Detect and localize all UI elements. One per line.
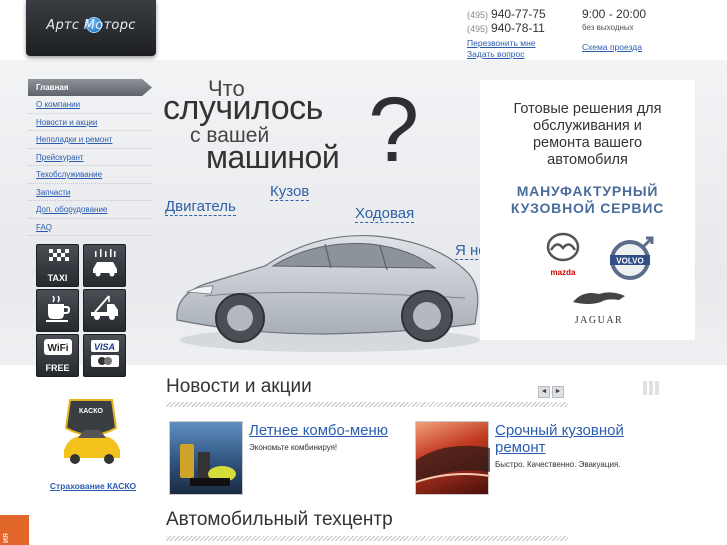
news-image-body-repair[interactable] bbox=[415, 421, 491, 495]
news-prev-button[interactable]: ◄ bbox=[538, 386, 550, 398]
callback-link[interactable]: Перезвонить мне bbox=[467, 38, 546, 48]
promo-panel: Готовые решения для обслуживания и ремон… bbox=[480, 80, 695, 340]
news-arrows: ◄ ► bbox=[538, 380, 566, 398]
casco-badge-label: КАСКО bbox=[79, 408, 103, 415]
contacts: (495) 940-77-75 (495) 940-78-11 Перезвонит… bbox=[467, 7, 546, 60]
coffee-icon bbox=[36, 289, 79, 332]
hours-note: без выходных bbox=[582, 23, 634, 32]
car-wash-icon bbox=[83, 244, 126, 287]
techcenter-divider bbox=[166, 536, 568, 541]
phone-2: (495) 940-78-11 bbox=[467, 21, 545, 35]
sidebar-item-equipment[interactable]: Доп. оборудование bbox=[28, 201, 152, 219]
sidebar-item-about[interactable]: О компании bbox=[28, 96, 152, 114]
mazda-logo[interactable]: mazda bbox=[541, 232, 585, 277]
volvo-logo[interactable]: VOLVO bbox=[606, 235, 656, 286]
sidebar-item-maintenance[interactable]: Техобслуживание bbox=[28, 166, 152, 184]
hero-question-mark: ? bbox=[368, 79, 420, 181]
casco-badge[interactable]: КАСКО bbox=[60, 398, 122, 468]
hero-line-2: случилось bbox=[163, 89, 323, 127]
sidebar-item-prices[interactable]: Прейскурант bbox=[28, 149, 152, 166]
logo-text: Артс Моторс bbox=[46, 18, 136, 33]
section-title-techcenter: Автомобильный техцентр bbox=[166, 509, 393, 530]
hours-time: 9:00 - 20:00 bbox=[582, 7, 647, 21]
wifi-icon: WiFi FREE bbox=[36, 334, 79, 377]
news-section-title: Новости и акции bbox=[166, 376, 312, 397]
tow-truck-icon bbox=[83, 289, 126, 332]
news-link-combo[interactable]: Летнее комбо-меню bbox=[249, 422, 388, 439]
hotspot-body[interactable]: Кузов bbox=[270, 183, 310, 201]
map-link[interactable]: Схема проезда bbox=[582, 42, 646, 52]
phone-1: (495) 940-77-75 bbox=[467, 7, 546, 21]
svg-text:WiFi: WiFi bbox=[47, 343, 68, 354]
side-feedback-tab[interactable]: ия bbox=[0, 515, 29, 545]
news-divider bbox=[166, 402, 568, 407]
sidebar-nav: Главная О компании Новости и акции Непол… bbox=[28, 79, 152, 236]
svg-text:VOLVO: VOLVO bbox=[616, 257, 643, 266]
car-illustration bbox=[176, 234, 480, 352]
ask-question-link[interactable]: Задать вопрос bbox=[467, 49, 546, 59]
news-link-body-repair[interactable]: Срочный кузовной ремонт bbox=[495, 422, 624, 456]
casco-link[interactable]: Страхование КАСКО bbox=[28, 481, 158, 491]
sidebar-item-parts[interactable]: Запчасти bbox=[28, 184, 152, 201]
sidebar-item-repair[interactable]: Неполадки и ремонт bbox=[28, 131, 152, 149]
payment-cards-icon: VISA bbox=[83, 334, 126, 377]
news-image-combo[interactable] bbox=[169, 421, 243, 495]
jaguar-logo[interactable]: JAGUAR bbox=[564, 288, 634, 326]
sidebar-item-faq[interactable]: FAQ bbox=[28, 219, 152, 236]
pager[interactable] bbox=[643, 381, 661, 400]
logo[interactable]: Артс Моторс bbox=[26, 0, 156, 56]
news-next-button[interactable]: ► bbox=[552, 386, 564, 398]
news-desc-combo: Экономьте комбинируя! bbox=[249, 443, 338, 452]
hotspot-chassis[interactable]: Ходовая bbox=[355, 205, 415, 223]
sidebar-item-news[interactable]: Новости и акции bbox=[28, 114, 152, 131]
sidebar-item-home[interactable]: Главная bbox=[28, 79, 152, 96]
news-desc-body-repair: Быстро. Качественно. Эвакуация. bbox=[495, 460, 621, 469]
taxi-icon: TAXI bbox=[36, 244, 79, 287]
working-hours: 9:00 - 20:00 без выходных Схема проезда bbox=[582, 7, 647, 53]
hotspot-engine[interactable]: Двигатель bbox=[165, 198, 236, 216]
promo-accent[interactable]: МАНУФАКТУРНЫЙ КУЗОВНОЙ СЕРВИС bbox=[480, 183, 695, 217]
promo-text: Готовые решения для обслуживания и ремон… bbox=[513, 101, 662, 168]
hero-line-4: машиной bbox=[206, 139, 340, 175]
